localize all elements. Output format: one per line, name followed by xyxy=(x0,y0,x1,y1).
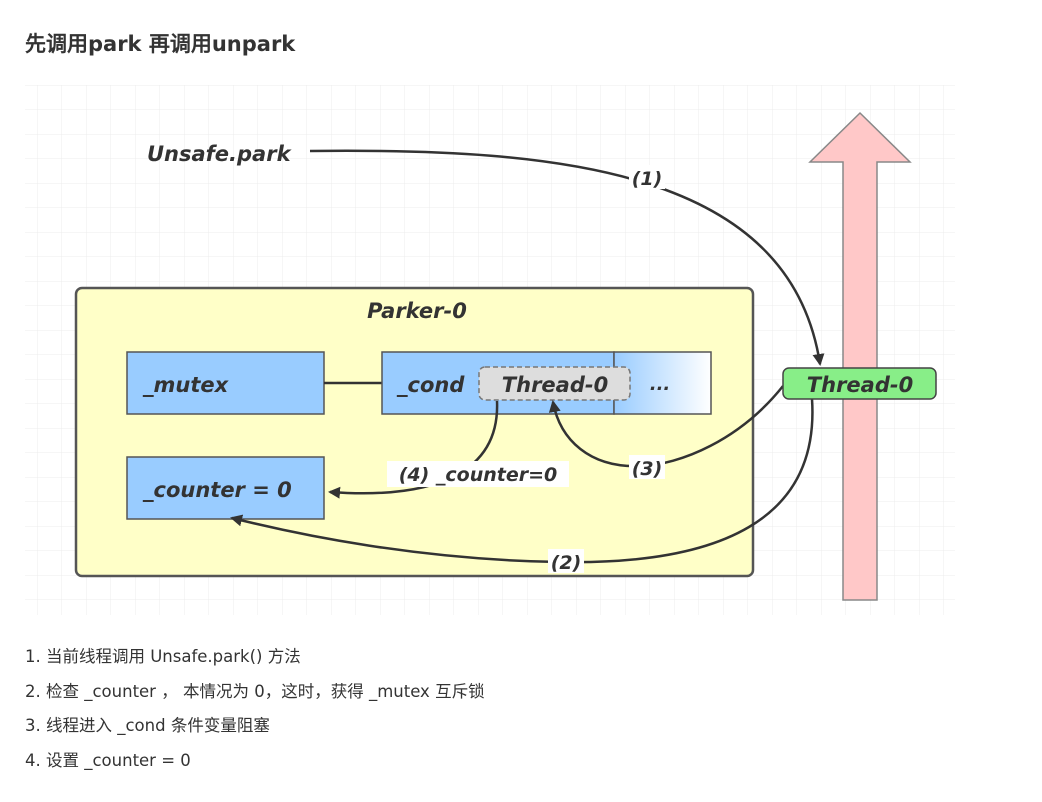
arrow-2-label: (2) xyxy=(551,552,582,574)
parker-box xyxy=(74,286,755,578)
step-item: 2. 检查 _counter ， 本情况为 0，这时，获得 _mutex 互斥锁 xyxy=(25,681,485,701)
counter-label: _counter = 0 xyxy=(142,478,292,502)
arrow-1-label: (1) xyxy=(632,168,663,190)
step-item: 1. 当前线程调用 Unsafe.park() 方法 xyxy=(25,647,301,666)
cond-label: _cond xyxy=(396,373,465,397)
park-diagram: Parker-0 _mutex _cond ... Thread-0 _coun… xyxy=(25,85,955,615)
waiting-thread-label: Thread-0 xyxy=(502,373,608,397)
step-item: 3. 线程进入 _cond 条件变量阻塞 xyxy=(25,716,270,735)
steps-list: 1. 当前线程调用 Unsafe.park() 方法 2. 检查 _counte… xyxy=(25,645,485,783)
thread-label: Thread-0 xyxy=(807,373,913,397)
mutex-label: _mutex xyxy=(142,373,230,397)
caller-label: Unsafe.park xyxy=(147,142,293,166)
arrow-4-label: (4) _counter=0 xyxy=(399,464,558,486)
parker-label: Parker-0 xyxy=(367,299,467,323)
cond-more-label: ... xyxy=(650,374,671,395)
arrow-3-label: (3) xyxy=(632,458,663,480)
step-item: 4. 设置 _counter = 0 xyxy=(25,750,191,770)
